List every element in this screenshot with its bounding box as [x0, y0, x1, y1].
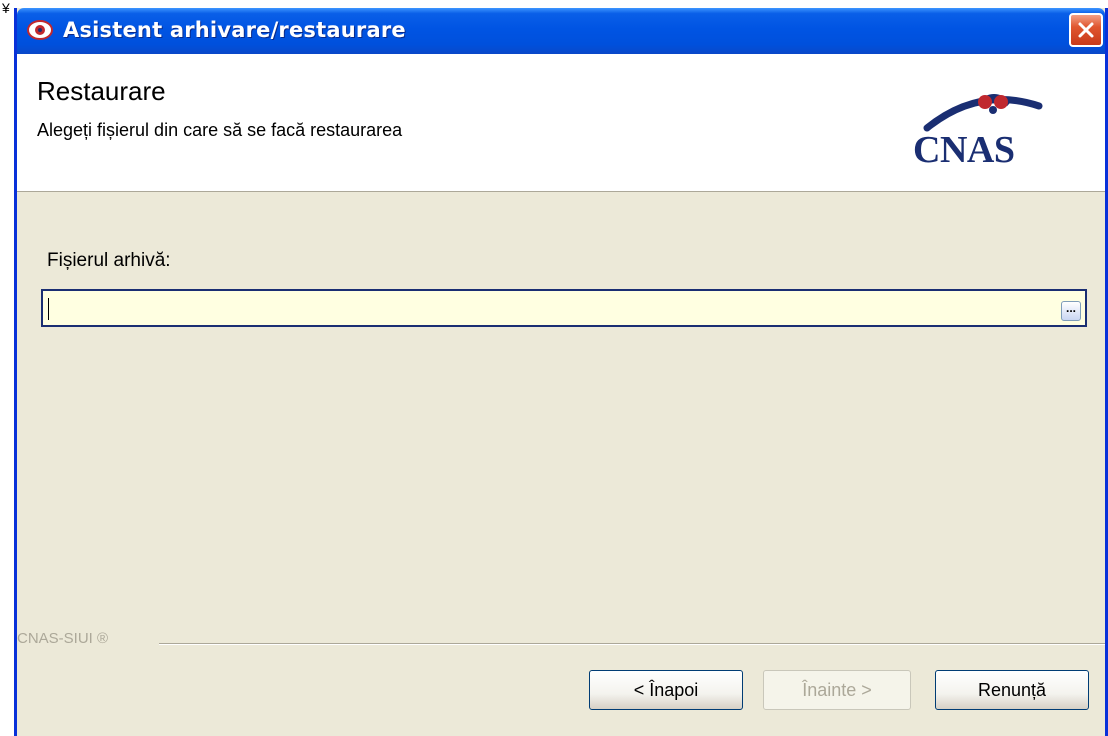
browse-button[interactable]: ...: [1061, 301, 1081, 321]
corner-mark: ¥: [2, 0, 10, 16]
archive-file-input[interactable]: ...: [41, 289, 1087, 327]
close-icon: [1078, 22, 1094, 38]
back-button[interactable]: < Înapoi: [589, 670, 743, 710]
file-label: Fișierul arhivă:: [47, 250, 171, 271]
page-subtitle: Alegeți fișierul din care să se facă res…: [37, 120, 403, 140]
app-eye-icon: [27, 18, 53, 42]
text-caret: [48, 298, 49, 320]
wizard-window: Asistent arhivare/restaurare Restaurare …: [14, 8, 1108, 736]
close-button[interactable]: [1069, 13, 1103, 47]
page-title: Restaurare: [37, 76, 166, 106]
footer-divider: [159, 643, 1105, 645]
cnas-logo: CNAS: [909, 82, 1069, 172]
logo-text: CNAS: [913, 129, 1015, 171]
window-title: Asistent arhivare/restaurare: [63, 18, 406, 42]
header-panel: Restaurare Alegeți fișierul din care să …: [17, 54, 1105, 192]
footer-brand: CNAS-SIUI ®: [17, 630, 109, 647]
cancel-button[interactable]: Renunță: [935, 670, 1089, 710]
titlebar[interactable]: Asistent arhivare/restaurare: [17, 8, 1105, 54]
next-button[interactable]: Înainte >: [763, 670, 911, 710]
